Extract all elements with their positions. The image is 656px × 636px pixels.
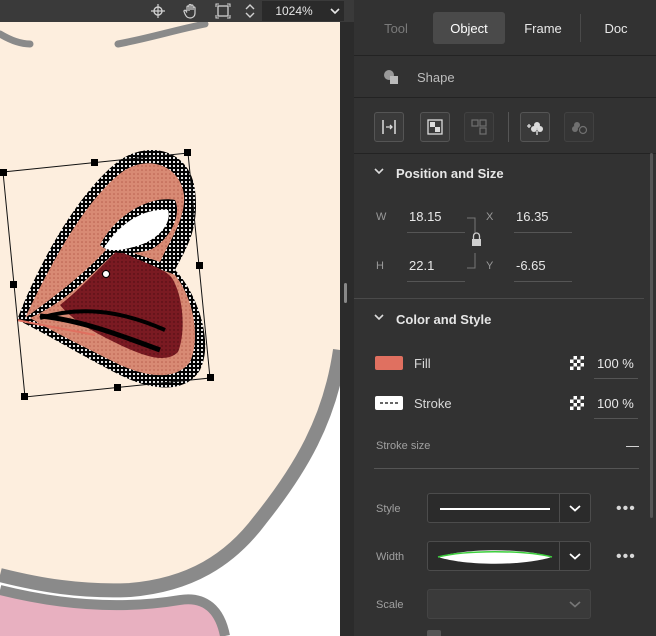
- handle-bottom-left[interactable]: [21, 393, 28, 400]
- remove-symbol-button[interactable]: [564, 112, 594, 142]
- stroke-size-field[interactable]: —: [626, 438, 639, 453]
- chevron-down-icon[interactable]: [374, 312, 384, 324]
- distribute-button[interactable]: [374, 112, 404, 142]
- stroke-style-dropdown[interactable]: [427, 493, 591, 523]
- properties-panel: Tool Object Frame Doc Shape Position and…: [354, 0, 656, 636]
- shape-icon: [382, 68, 400, 89]
- canvas-toolbar: 1024%: [0, 0, 354, 22]
- width-profile-preview: [437, 550, 553, 564]
- chevron-down-icon[interactable]: [560, 590, 590, 618]
- handle-top-right[interactable]: [184, 149, 191, 156]
- width-label: Width: [376, 551, 405, 563]
- opacity-checker-icon: [570, 356, 584, 373]
- width-field[interactable]: 18.15: [409, 209, 442, 224]
- color-style-title[interactable]: Color and Style: [396, 312, 491, 327]
- handle-bottom-right[interactable]: [207, 374, 214, 381]
- fit-frame-icon[interactable]: [213, 1, 233, 21]
- crosshair-icon[interactable]: [148, 1, 168, 21]
- position-size-title[interactable]: Position and Size: [396, 166, 504, 181]
- handle-left-center[interactable]: [10, 281, 17, 288]
- h-label: H: [376, 260, 384, 272]
- object-type-label: Shape: [417, 70, 455, 85]
- ungroup-button[interactable]: [464, 112, 494, 142]
- width-profile-dropdown[interactable]: [427, 541, 591, 571]
- opacity-checker-icon: [570, 396, 584, 413]
- tab-object[interactable]: Object: [433, 12, 505, 44]
- chevron-down-icon[interactable]: [374, 166, 384, 178]
- stroke-style-preview: [440, 508, 550, 510]
- handle-top-center[interactable]: [91, 159, 98, 166]
- stroke-opacity-field[interactable]: 100 %: [597, 396, 634, 411]
- y-label: Y: [486, 260, 494, 272]
- stroke-label: Stroke: [414, 396, 452, 411]
- panel-splitter[interactable]: [340, 22, 354, 636]
- x-field[interactable]: 16.35: [516, 209, 549, 224]
- tab-divider: [580, 14, 581, 42]
- rotation-center[interactable]: [102, 270, 110, 278]
- artwork: [0, 0, 340, 636]
- handle-right-center[interactable]: [196, 262, 203, 269]
- fill-swatch[interactable]: [375, 356, 403, 370]
- checkbox[interactable]: [427, 630, 441, 636]
- stroke-size-label: Stroke size: [376, 440, 431, 452]
- scale-dropdown[interactable]: [427, 589, 591, 619]
- style-more-button[interactable]: •••: [616, 500, 636, 518]
- tab-tool[interactable]: Tool: [366, 12, 426, 44]
- panel-scrollbar[interactable]: [650, 153, 653, 518]
- drawing-canvas[interactable]: [0, 0, 340, 636]
- style-label: Style: [376, 503, 401, 515]
- zoom-level-field[interactable]: 1024%: [262, 1, 326, 21]
- scale-label: Scale: [376, 599, 404, 611]
- fill-label: Fill: [414, 356, 431, 371]
- height-field[interactable]: 22.1: [409, 258, 434, 273]
- hand-icon[interactable]: [181, 1, 201, 21]
- group-button[interactable]: [420, 112, 450, 142]
- add-symbol-button[interactable]: [520, 112, 550, 142]
- stroke-swatch[interactable]: [375, 396, 403, 410]
- fill-opacity-field[interactable]: 100 %: [597, 356, 634, 371]
- dropdown-chevron-icon[interactable]: [326, 1, 344, 21]
- chevron-down-icon[interactable]: [559, 494, 590, 522]
- w-label: W: [376, 211, 387, 223]
- zoom-stepper-icon[interactable]: [242, 1, 258, 21]
- y-field[interactable]: -6.65: [516, 258, 546, 273]
- splitter-handle[interactable]: [344, 283, 347, 303]
- tab-frame[interactable]: Frame: [510, 12, 576, 44]
- tab-doc[interactable]: Doc: [584, 12, 648, 44]
- handle-top-left[interactable]: [0, 169, 7, 176]
- lock-aspect-icon[interactable]: [466, 217, 488, 272]
- chevron-down-icon[interactable]: [559, 542, 590, 570]
- width-more-button[interactable]: •••: [616, 548, 636, 566]
- handle-bottom-center[interactable]: [114, 384, 121, 391]
